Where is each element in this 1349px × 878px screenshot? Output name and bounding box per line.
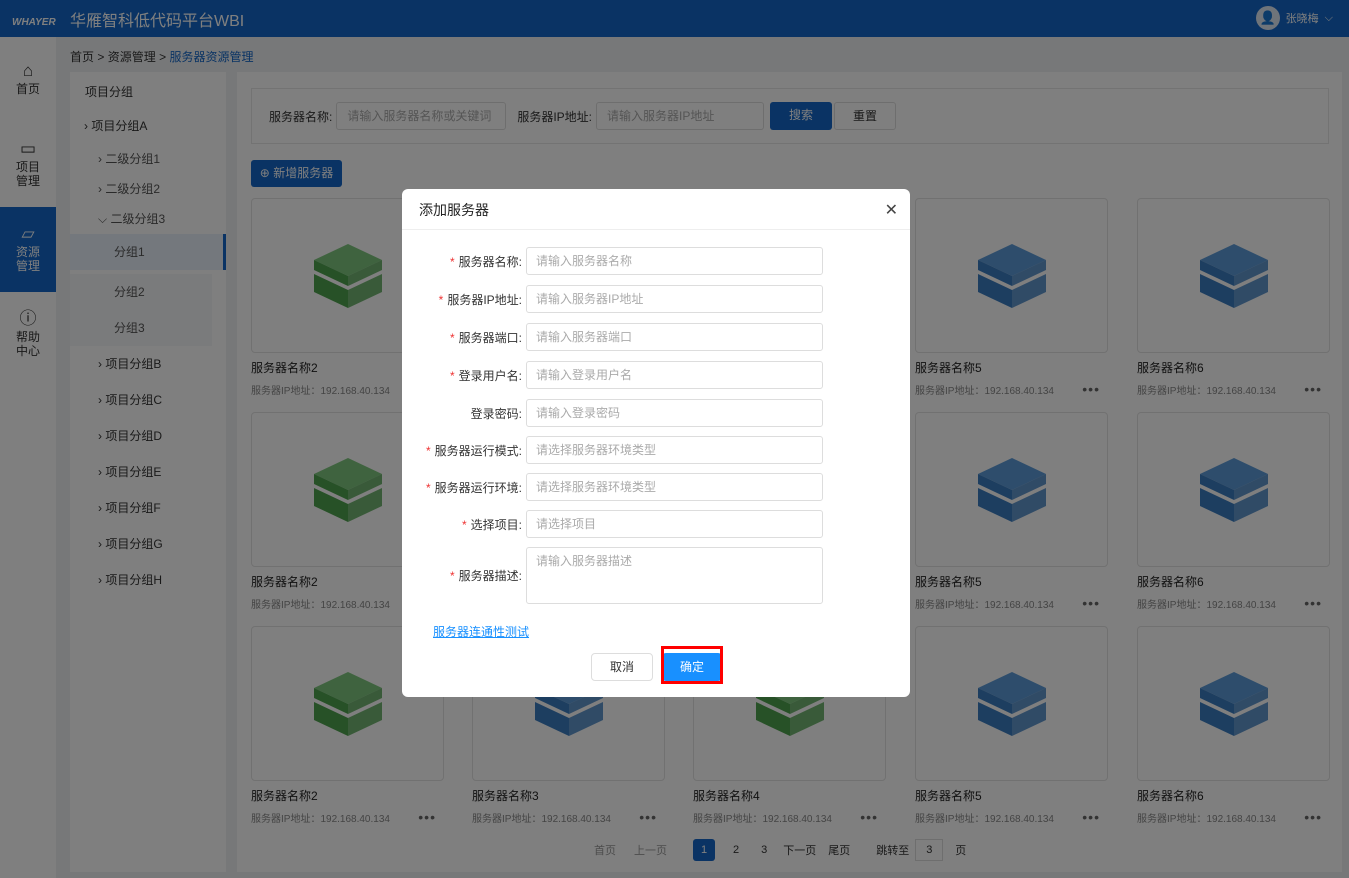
form-row: * 选择项目: 请选择项目 xyxy=(402,510,910,538)
field-label: * 选择项目: xyxy=(461,517,522,532)
field-input[interactable]: 请输入服务器名称 xyxy=(526,247,823,275)
connectivity-test-link[interactable]: 服务器连通性测试 xyxy=(433,623,529,640)
field-label: * 服务器描述: xyxy=(449,569,522,583)
field-input[interactable]: 请选择项目 xyxy=(526,510,823,538)
form-row: * 服务器IP地址: 请输入服务器IP地址 xyxy=(402,285,910,313)
field-input[interactable]: 请输入服务器端口 xyxy=(526,323,823,351)
field-label: * 服务器名称: xyxy=(449,254,522,269)
field-label: * 服务器端口: xyxy=(449,330,522,345)
form-row: 登录密码: 请输入登录密码 xyxy=(402,399,910,427)
field-input[interactable]: 请输入服务器描述 xyxy=(526,547,823,604)
highlight-box xyxy=(661,646,723,684)
field-label: * 服务器运行模式: xyxy=(425,443,522,458)
field-label: * 服务器IP地址: xyxy=(438,292,522,307)
field-label: * 登录用户名: xyxy=(449,368,522,383)
form-row: * 服务器运行模式: 请选择服务器环境类型 xyxy=(402,436,910,464)
add-server-dialog: 添加服务器 ✕ * 服务器名称: 请输入服务器名称 * 服务器IP地址: 请输入服务器IP… xyxy=(402,189,910,697)
form-row: * 服务器描述: 请输入服务器描述 xyxy=(402,547,910,604)
form-row: * 服务器名称: 请输入服务器名称 xyxy=(402,247,910,275)
cancel-button[interactable]: 取消 xyxy=(591,653,653,681)
dialog-title: 添加服务器 xyxy=(402,189,910,230)
field-input[interactable]: 请输入登录密码 xyxy=(526,399,823,427)
field-label: * 服务器运行环境: xyxy=(425,480,522,495)
form-row: * 服务器端口: 请输入服务器端口 xyxy=(402,323,910,351)
field-input[interactable]: 请输入登录用户名 xyxy=(526,361,823,389)
field-input[interactable]: 请选择服务器环境类型 xyxy=(526,436,823,464)
close-icon[interactable]: ✕ xyxy=(885,200,898,220)
field-input[interactable]: 请输入服务器IP地址 xyxy=(526,285,823,313)
form-row: * 登录用户名: 请输入登录用户名 xyxy=(402,361,910,389)
field-label: 登录密码: xyxy=(470,406,522,421)
form-row: * 服务器运行环境: 请选择服务器环境类型 xyxy=(402,473,910,501)
field-input[interactable]: 请选择服务器环境类型 xyxy=(526,473,823,501)
